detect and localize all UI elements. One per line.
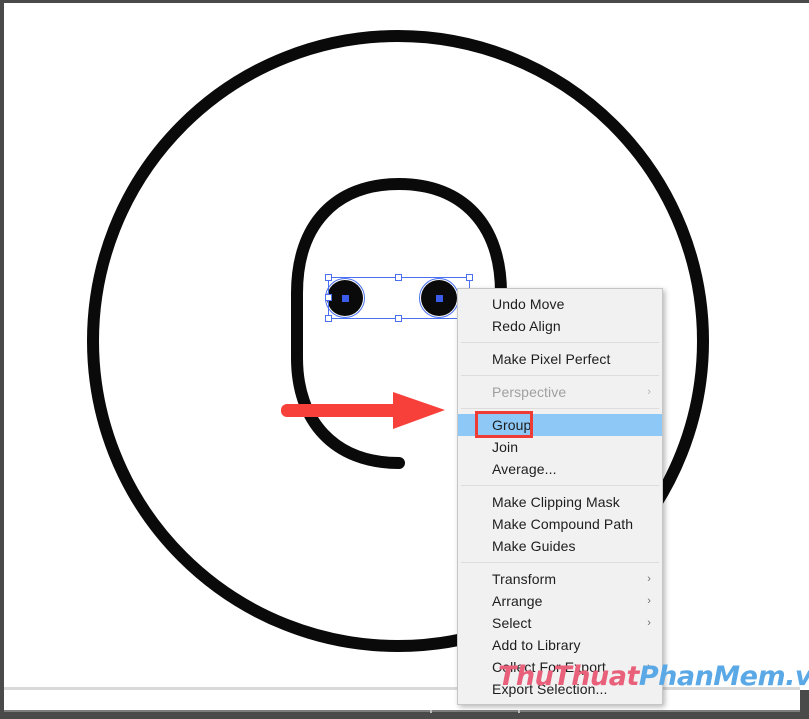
letter-g-artwork[interactable] — [4, 3, 800, 687]
watermark-part-two: PhanMem.vn — [638, 661, 809, 692]
menu-item-label: Make Guides — [492, 538, 576, 554]
menu-item-label: Average... — [492, 461, 557, 477]
menu-item-label: Make Clipping Mask — [492, 494, 620, 510]
menu-separator — [461, 375, 659, 376]
menu-item-average[interactable]: Average... — [458, 458, 662, 480]
menu-item-redo-align[interactable]: Redo Align — [458, 315, 662, 337]
bbox-handle-bottom-left[interactable] — [325, 315, 332, 322]
chevron-right-icon: › — [647, 573, 651, 585]
bbox-handle-top-right[interactable] — [466, 274, 473, 281]
menu-separator — [461, 408, 659, 409]
illustrator-canvas-window: Undo Move Redo Align Make Pixel Perfect … — [0, 0, 809, 719]
menu-item-undo-move[interactable]: Undo Move — [458, 293, 662, 315]
menu-item-arrange[interactable]: Arrange › — [458, 590, 662, 612]
menu-item-join[interactable]: Join — [458, 436, 662, 458]
bbox-handle-middle-left[interactable] — [325, 294, 332, 301]
chevron-right-icon: › — [647, 617, 651, 629]
menu-item-transform[interactable]: Transform › — [458, 568, 662, 590]
menu-item-add-to-library[interactable]: Add to Library — [458, 634, 662, 656]
bbox-handle-top-center[interactable] — [395, 274, 402, 281]
menu-item-select[interactable]: Select › — [458, 612, 662, 634]
menu-item-make-clipping-mask[interactable]: Make Clipping Mask — [458, 491, 662, 513]
chevron-right-icon: › — [647, 386, 651, 398]
anchor-point-right[interactable] — [436, 295, 443, 302]
window-bottom-inner-border — [4, 710, 809, 712]
context-menu[interactable]: Undo Move Redo Align Make Pixel Perfect … — [457, 288, 663, 705]
menu-separator — [461, 485, 659, 486]
menu-item-label: Arrange — [492, 593, 543, 609]
menu-item-label: Undo Move — [492, 296, 565, 312]
window-right-border — [800, 690, 809, 712]
menu-item-label: Join — [492, 439, 519, 455]
menu-item-perspective[interactable]: Perspective › — [458, 381, 662, 403]
bbox-handle-top-left[interactable] — [325, 274, 332, 281]
anchor-point-left[interactable] — [342, 295, 349, 302]
status-bar-tick-right — [518, 710, 520, 713]
watermark-part-one: ThuThuat — [498, 661, 639, 692]
menu-item-label: Select — [492, 615, 532, 631]
menu-item-label: Add to Library — [492, 637, 581, 653]
menu-separator — [461, 342, 659, 343]
menu-separator — [461, 562, 659, 563]
menu-item-group[interactable]: Group — [458, 411, 662, 438]
menu-item-label: Redo Align — [492, 318, 561, 334]
bbox-handle-bottom-center[interactable] — [395, 315, 402, 322]
watermark: ThuThuatPhanMem.vn — [498, 661, 809, 692]
menu-item-label: Perspective — [492, 384, 567, 400]
menu-item-label: Make Compound Path — [492, 516, 634, 532]
menu-item-make-guides[interactable]: Make Guides — [458, 535, 662, 557]
menu-item-label: Transform — [492, 571, 557, 587]
menu-item-label: Make Pixel Perfect — [492, 351, 611, 367]
annotation-arrow — [281, 392, 445, 429]
group-highlight-marker — [475, 411, 533, 438]
artboard[interactable] — [4, 3, 800, 687]
menu-item-make-pixel-perfect[interactable]: Make Pixel Perfect — [458, 348, 662, 370]
chevron-right-icon: › — [647, 595, 651, 607]
status-bar-tick-left — [430, 710, 432, 713]
menu-item-make-compound-path[interactable]: Make Compound Path — [458, 513, 662, 535]
